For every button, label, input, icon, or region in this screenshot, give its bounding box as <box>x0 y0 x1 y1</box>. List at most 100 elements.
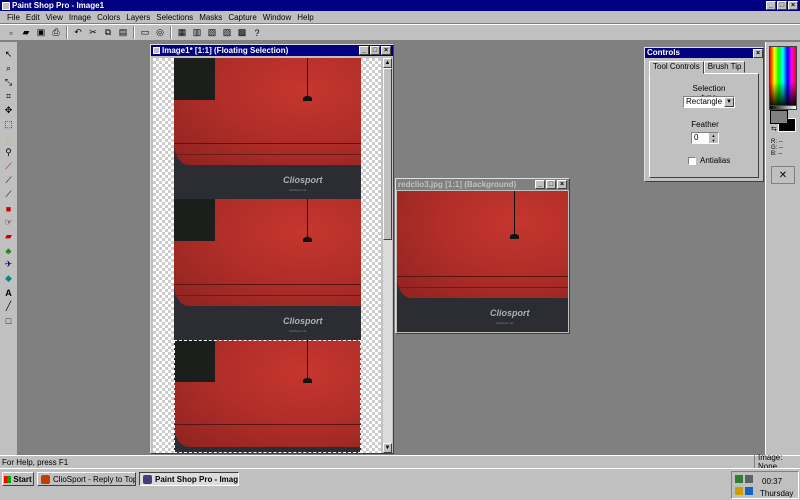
app-title-bar[interactable]: Paint Shop Pro - Image1 _ □ × <box>0 0 800 11</box>
cliosport-logo: Cliosport <box>490 308 530 318</box>
system-tray: 00:37 Thursday <box>731 471 799 499</box>
minimize-button[interactable]: _ <box>766 1 776 10</box>
arrow-tool-icon[interactable]: ↖ <box>2 48 16 61</box>
save-icon[interactable]: ▣ <box>34 26 48 40</box>
toggle-color-palette-icon[interactable]: ▩ <box>235 26 249 40</box>
car-image-tile: Cliosport ClioSport.net <box>174 199 361 340</box>
toggle-histogram-icon[interactable]: ▥ <box>190 26 204 40</box>
menu-view[interactable]: View <box>43 13 66 22</box>
crop-tool-icon[interactable]: ⌗ <box>2 90 16 103</box>
image1-maximize-button[interactable]: □ <box>370 46 380 55</box>
tab-brush-tip[interactable]: Brush Tip <box>703 61 746 73</box>
clone-brush-icon[interactable]: ⟋ <box>2 188 16 201</box>
close-button[interactable]: × <box>788 1 798 10</box>
image1-canvas[interactable]: Cliosport ClioSport.net Cliosport ClioSp… <box>153 58 381 453</box>
controls-close-button[interactable]: × <box>753 48 763 58</box>
scroll-up-arrow-icon[interactable]: ▲ <box>383 58 392 68</box>
clock-time[interactable]: 00:37 <box>762 477 782 486</box>
undo-icon[interactable]: ↶ <box>71 26 85 40</box>
color-picker-spectrum[interactable] <box>769 46 797 106</box>
flood-fill-icon[interactable]: ◆ <box>2 272 16 285</box>
menu-layers[interactable]: Layers <box>123 13 153 22</box>
retouch-icon[interactable]: ☞ <box>2 216 16 229</box>
display-icon[interactable] <box>745 487 753 495</box>
redclio-title: redclio3.jpg [1:1] (Background) <box>398 180 517 189</box>
full-screen-icon[interactable]: ▭ <box>138 26 152 40</box>
print-icon[interactable]: ⎙ <box>49 26 63 40</box>
image1-window[interactable]: Image1* [1:1] (Floating Selection) _ □ ×… <box>150 44 394 454</box>
selection-type-select[interactable]: Rectangle ▼ <box>683 96 735 108</box>
volume-icon[interactable] <box>745 475 753 483</box>
eraser-icon[interactable]: ▰ <box>2 230 16 243</box>
spin-arrows-icon[interactable]: ▲ ▼ <box>709 133 718 143</box>
copy-icon[interactable]: ⧉ <box>101 26 115 40</box>
paint-brush-icon[interactable]: ⟋ <box>2 174 16 187</box>
task-button-cliosport[interactable]: ClioSport - Reply to Topi... <box>37 472 136 486</box>
magic-wand-icon[interactable]: ⚲ <box>2 146 16 159</box>
scroll-thumb[interactable] <box>383 68 392 240</box>
image1-close-button[interactable]: × <box>381 46 391 55</box>
open-icon[interactable]: ▰ <box>19 26 33 40</box>
deform-tool-icon[interactable]: ⤡ <box>2 76 16 89</box>
menu-masks[interactable]: Masks <box>196 13 225 22</box>
toggle-layers-icon[interactable]: ▧ <box>205 26 219 40</box>
app-icon[interactable] <box>2 1 10 10</box>
redclio-close-button[interactable]: × <box>557 180 567 189</box>
mover-tool-icon[interactable]: ✥ <box>2 104 16 117</box>
line-tool-icon[interactable]: ╱ <box>2 300 16 313</box>
scroll-down-arrow-icon[interactable]: ▼ <box>383 443 392 453</box>
redclio-canvas[interactable]: Cliosport ClioSport.net <box>397 191 568 332</box>
toggle-overview-icon[interactable]: ▨ <box>220 26 234 40</box>
controls-title-bar[interactable]: Controls × <box>645 48 763 58</box>
freehand-tool-icon[interactable]: ◌ <box>2 132 16 145</box>
picture-tube-icon[interactable]: ♣ <box>2 244 16 257</box>
menu-help[interactable]: Help <box>294 13 316 22</box>
airbrush-icon[interactable]: ✈ <box>2 258 16 271</box>
cut-icon[interactable]: ✂ <box>86 26 100 40</box>
style-swatch-none-icon[interactable]: ✕ <box>771 166 795 184</box>
tab-tool-controls[interactable]: Tool Controls <box>649 61 704 74</box>
menu-colors[interactable]: Colors <box>94 13 123 22</box>
redclio-window[interactable]: redclio3.jpg [1:1] (Background) _ □ × Cl… <box>395 178 570 334</box>
menu-selections[interactable]: Selections <box>153 13 196 22</box>
zoom-tool-icon[interactable]: ⌕ <box>2 62 16 75</box>
start-button[interactable]: Start <box>2 472 34 486</box>
task-label-paintshop: Paint Shop Pro - Imag... <box>155 474 239 484</box>
swap-colors-icon[interactable]: ⇆ <box>771 125 777 133</box>
menu-image[interactable]: Image <box>66 13 94 22</box>
text-tool-icon[interactable]: A <box>2 286 16 299</box>
redclio-minimize-button[interactable]: _ <box>535 180 545 189</box>
zoom-icon[interactable]: ◎ <box>153 26 167 40</box>
color-replacer-icon[interactable]: ■ <box>2 202 16 215</box>
cliosport-logo-sub: ClioSport.net <box>289 329 307 333</box>
image1-title-bar[interactable]: Image1* [1:1] (Floating Selection) _ □ × <box>151 45 393 56</box>
antivirus-icon[interactable] <box>735 487 743 495</box>
menu-file[interactable]: File <box>4 13 23 22</box>
redclio-title-bar[interactable]: redclio3.jpg [1:1] (Background) _ □ × <box>396 179 569 190</box>
dropper-icon[interactable]: ⟋ <box>2 160 16 173</box>
new-icon[interactable]: ▫ <box>4 26 18 40</box>
feather-spinbox[interactable]: 0 ▲ ▼ <box>691 132 719 144</box>
task-button-paintshop[interactable]: Paint Shop Pro - Imag... <box>139 472 239 486</box>
antialias-label[interactable]: Antialias <box>700 156 730 165</box>
controls-palette[interactable]: Controls × Tool Controls Brush Tip Select… <box>644 47 764 182</box>
toggle-controls-icon[interactable]: ▦ <box>175 26 189 40</box>
menu-capture[interactable]: Capture <box>225 13 259 22</box>
selection-tool-icon[interactable]: ⬚ <box>2 118 16 131</box>
network-icon[interactable] <box>735 475 743 483</box>
antialias-checkbox[interactable] <box>688 157 696 165</box>
antenna-icon <box>514 191 515 234</box>
shape-tool-icon[interactable]: □ <box>2 314 16 327</box>
help-icon[interactable]: ? <box>250 26 264 40</box>
menu-edit[interactable]: Edit <box>23 13 43 22</box>
menu-window[interactable]: Window <box>260 13 294 22</box>
redclio-maximize-button[interactable]: □ <box>546 180 556 189</box>
image1-vertical-scrollbar[interactable]: ▲ ▼ <box>382 58 392 453</box>
selection-marquee[interactable] <box>174 340 361 453</box>
image1-minimize-button[interactable]: _ <box>359 46 369 55</box>
chevron-down-icon[interactable]: ▼ <box>724 97 734 107</box>
foreground-color-swatch[interactable] <box>770 110 788 124</box>
maximize-button[interactable]: □ <box>777 1 787 10</box>
toolbar-separator <box>170 26 172 39</box>
paste-icon[interactable]: ▤ <box>116 26 130 40</box>
